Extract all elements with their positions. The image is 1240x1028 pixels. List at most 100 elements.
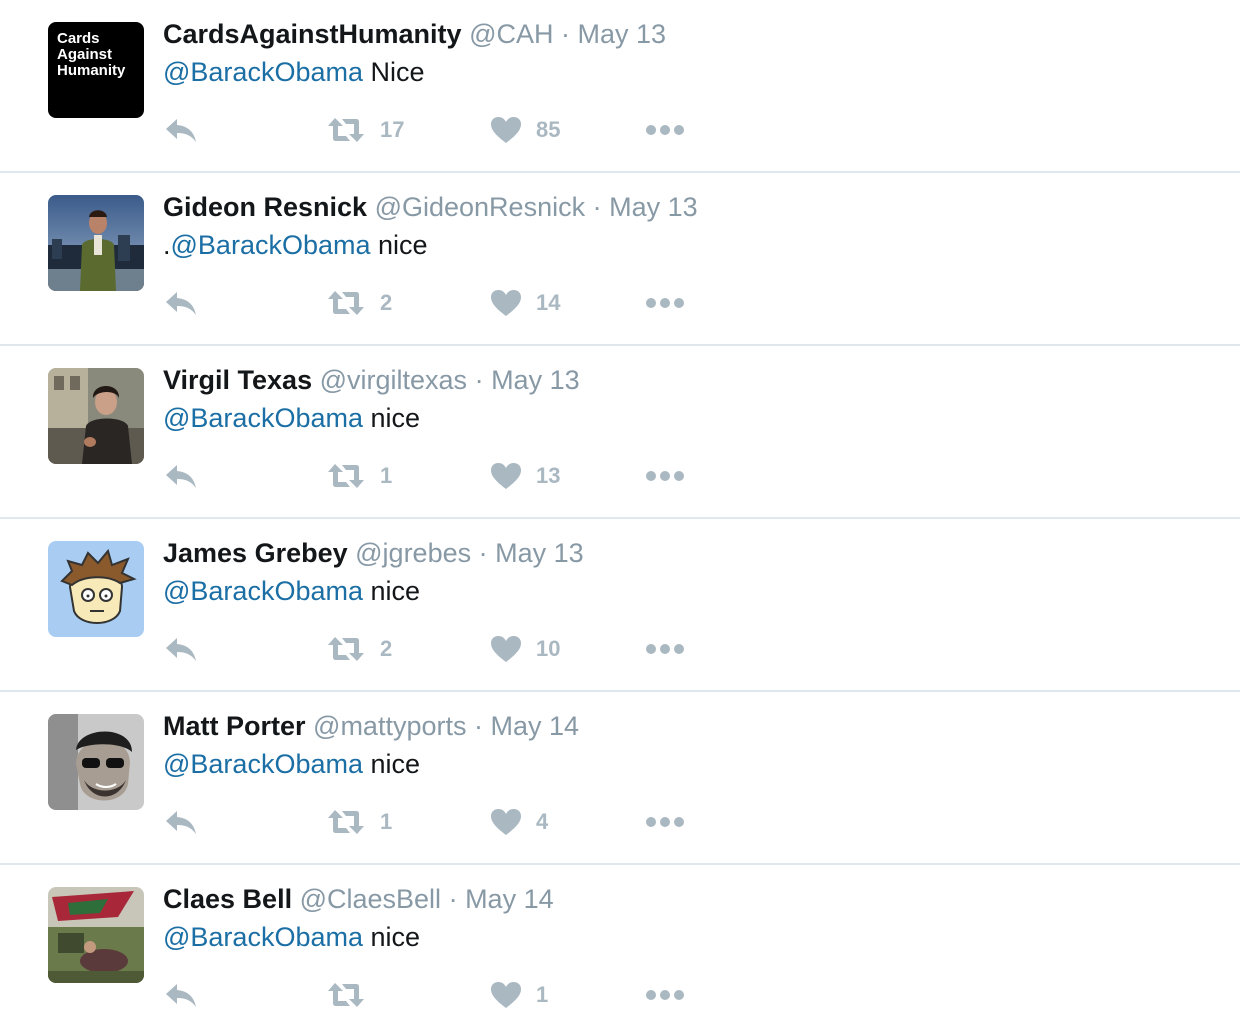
- tweet-author-name[interactable]: CardsAgainstHumanity: [163, 19, 462, 49]
- like-button[interactable]: 14: [490, 285, 560, 321]
- retweet-button[interactable]: 2: [326, 285, 392, 321]
- tweet-actions: 1: [163, 977, 703, 1013]
- like-count: 1: [536, 982, 549, 1007]
- reply-button[interactable]: [163, 285, 199, 321]
- like-button[interactable]: 1: [490, 977, 548, 1013]
- tweet[interactable]: Claes Bell @ClaesBell · May 14 @BarackOb…: [0, 865, 1240, 1028]
- cah-logo-icon: Cards Against Humanity: [48, 22, 144, 118]
- more-dots-icon: [646, 471, 684, 481]
- tweet-author-name[interactable]: Matt Porter: [163, 711, 306, 741]
- reply-icon: [166, 292, 196, 315]
- retweet-count: 1: [380, 463, 393, 488]
- like-button[interactable]: 4: [490, 804, 548, 840]
- tweet-date[interactable]: · May 13: [593, 192, 698, 222]
- retweet-icon: [328, 810, 364, 834]
- retweet-button[interactable]: 17: [326, 112, 404, 148]
- tweet-date[interactable]: · May 13: [475, 365, 580, 395]
- tweet-date[interactable]: · May 14: [449, 884, 554, 914]
- retweet-button[interactable]: [326, 977, 380, 1013]
- like-button[interactable]: 85: [490, 112, 560, 148]
- tweet-actions: 1 13: [163, 458, 703, 494]
- tweet-date[interactable]: · May 14: [474, 711, 579, 741]
- tweet-handle[interactable]: @virgiltexas: [320, 365, 467, 395]
- tweet-actions: 2 14: [163, 285, 703, 321]
- retweet-icon: [328, 983, 364, 1007]
- mention-link[interactable]: @BarackObama: [163, 576, 363, 606]
- avatar[interactable]: [48, 368, 144, 464]
- tweet-author-name[interactable]: Gideon Resnick: [163, 192, 367, 222]
- reply-icon: [166, 811, 196, 834]
- avatar[interactable]: [48, 714, 144, 810]
- tweet-author-name[interactable]: Claes Bell: [163, 884, 292, 914]
- tweet-text-body: nice: [362, 576, 421, 606]
- reply-button[interactable]: [163, 631, 199, 667]
- tweet-handle[interactable]: @jgrebes: [355, 538, 471, 568]
- more-button[interactable]: [645, 112, 685, 148]
- like-button[interactable]: 10: [490, 631, 560, 667]
- heart-icon: [491, 463, 521, 489]
- svg-text:Against: Against: [57, 46, 112, 63]
- retweet-icon: [328, 464, 364, 488]
- mention-link[interactable]: @BarackObama: [163, 403, 363, 433]
- mention-link[interactable]: @BarackObama: [171, 230, 371, 260]
- tweet-handle[interactable]: @ClaesBell: [300, 884, 441, 914]
- tweet-handle[interactable]: @mattyports: [313, 711, 466, 741]
- reply-icon: [166, 465, 196, 488]
- tweet-text: @BarackObama nice: [163, 746, 420, 782]
- tweet-handle[interactable]: @CAH: [469, 19, 553, 49]
- tweet-actions: 2 10: [163, 631, 703, 667]
- retweet-count: 1: [380, 809, 393, 834]
- tweet[interactable]: Matt Porter @mattyports · May 14 @Barack…: [0, 692, 1240, 865]
- reply-icon: [166, 984, 196, 1007]
- tweet-date[interactable]: · May 13: [561, 19, 666, 49]
- tweet[interactable]: Virgil Texas @virgiltexas · May 13 @Bara…: [0, 346, 1240, 519]
- more-button[interactable]: [645, 977, 685, 1013]
- more-button[interactable]: [645, 631, 685, 667]
- more-button[interactable]: [645, 285, 685, 321]
- tweet-header: Claes Bell @ClaesBell · May 14: [163, 881, 554, 917]
- tweet-header: James Grebey @jgrebes · May 13: [163, 535, 584, 571]
- more-button[interactable]: [645, 458, 685, 494]
- like-count: 13: [536, 463, 561, 488]
- photo-man-sunglasses-icon: [48, 714, 144, 810]
- retweet-count: 2: [380, 636, 393, 661]
- more-dots-icon: [646, 298, 684, 308]
- retweet-button[interactable]: 2: [326, 631, 392, 667]
- avatar[interactable]: Cards Against Humanity: [48, 22, 144, 118]
- tweet-header: Gideon Resnick @GideonResnick · May 13: [163, 189, 698, 225]
- tweet-text: @BarackObama nice: [163, 573, 420, 609]
- reply-button[interactable]: [163, 804, 199, 840]
- mention-link[interactable]: @BarackObama: [163, 749, 363, 779]
- svg-text:Cards: Cards: [57, 30, 100, 47]
- tweet[interactable]: Cards Against Humanity CardsAgainstHuman…: [0, 0, 1240, 173]
- retweet-button[interactable]: 1: [326, 804, 392, 840]
- tweet-header: Virgil Texas @virgiltexas · May 13: [163, 362, 580, 398]
- tweet-text-body: nice: [362, 749, 421, 779]
- tweet-text-prefix: .: [163, 230, 171, 260]
- reply-button[interactable]: [163, 458, 199, 494]
- tweet-handle[interactable]: @GideonResnick: [375, 192, 586, 222]
- tweet[interactable]: Gideon Resnick @GideonResnick · May 13 .…: [0, 173, 1240, 346]
- avatar[interactable]: [48, 541, 144, 637]
- tweet-date[interactable]: · May 13: [479, 538, 584, 568]
- tweet-text: .@BarackObama nice: [163, 227, 428, 263]
- more-dots-icon: [646, 125, 684, 135]
- like-count: 14: [536, 290, 561, 315]
- tweet-author-name[interactable]: Virgil Texas: [163, 365, 312, 395]
- like-button[interactable]: 13: [490, 458, 560, 494]
- mention-link[interactable]: @BarackObama: [163, 922, 363, 952]
- tweet-text: @BarackObama nice: [163, 919, 420, 955]
- tweet[interactable]: James Grebey @jgrebes · May 13 @BarackOb…: [0, 519, 1240, 692]
- tweet-author-name[interactable]: James Grebey: [163, 538, 348, 568]
- more-button[interactable]: [645, 804, 685, 840]
- mention-link[interactable]: @BarackObama: [163, 57, 363, 87]
- tweet-actions: 1 4: [163, 804, 703, 840]
- reply-button[interactable]: [163, 112, 199, 148]
- tweet-header: Matt Porter @mattyports · May 14: [163, 708, 579, 744]
- avatar[interactable]: [48, 887, 144, 983]
- reply-button[interactable]: [163, 977, 199, 1013]
- heart-icon: [491, 809, 521, 835]
- avatar[interactable]: [48, 195, 144, 291]
- retweet-button[interactable]: 1: [326, 458, 392, 494]
- more-dots-icon: [646, 990, 684, 1000]
